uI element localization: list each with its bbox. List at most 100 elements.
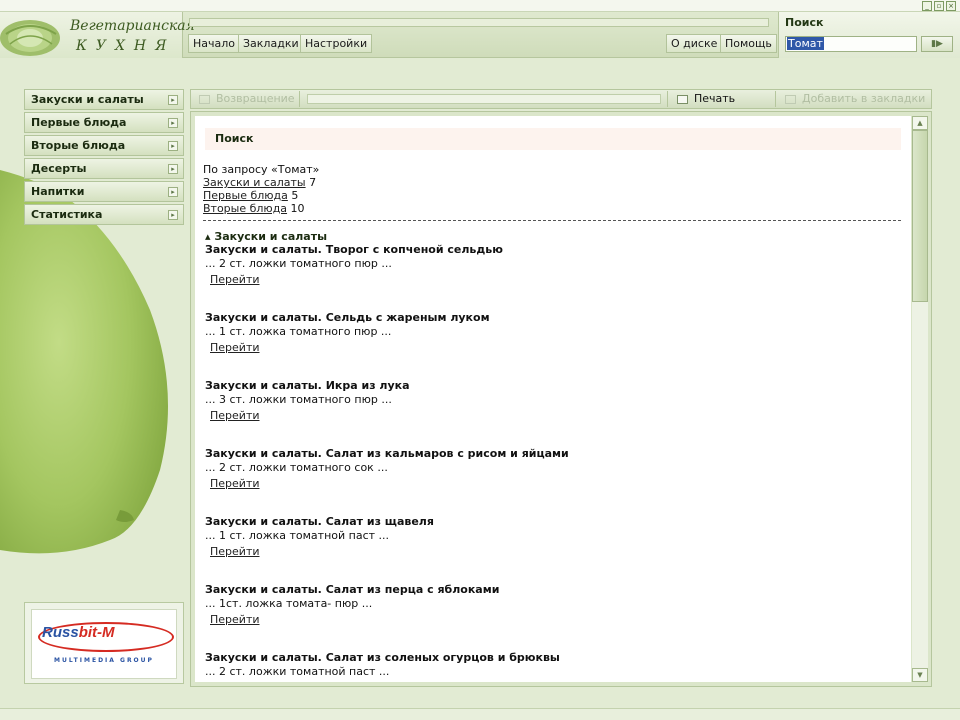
sidebar-item[interactable]: Закуски и салаты ▸ [24,89,184,110]
result-item: Закуски и салаты. Сельдь с жареным луком… [205,311,905,379]
scroll-down-icon[interactable]: ▼ [912,668,928,682]
result-snippet: ... 1ст. ложка томата- пюр ... [205,597,373,610]
query-text: По запросу «Томат» [203,163,320,176]
close-icon[interactable]: × [946,1,956,11]
maximize-icon[interactable]: ▫ [934,1,944,11]
result-go-link[interactable]: Перейти [210,273,260,287]
summary-row: Вторые блюда 10 [203,202,316,215]
arrow-right-icon: ▸ [168,164,178,174]
result-item: Закуски и салаты. Салат из кальмаров с р… [205,447,905,515]
cabbage-icon [0,20,60,56]
summary-count: 7 [309,176,317,189]
result-item: Закуски и салаты. Салат из перца с яблок… [205,583,905,651]
sidebar-item[interactable]: Вторые блюда ▸ [24,135,184,156]
scrollbar-thumb[interactable] [912,130,928,302]
result-title: Закуски и салаты. Салат из соленых огурц… [205,651,560,664]
result-snippet: ... 2 ст. ложки томатной паст ... [205,665,390,678]
arrow-right-icon: ▸ [168,187,178,197]
result-item: Закуски и салаты. Салат из щавеля... 1 с… [205,515,905,583]
app-header: Вегетарианская КУХНЯ Начало Закладки Нас… [0,12,960,58]
result-go-link[interactable]: Перейти [210,341,260,355]
results-scrollbar[interactable]: ▲ ▼ [912,116,928,682]
results-header: Поиск [205,128,901,150]
status-bar [0,708,960,720]
search-panel: Поиск Томат ▮▶ [778,12,960,58]
result-snippet: ... 2 ст. ложки томатного сок ... [205,461,388,474]
minimize-icon[interactable]: _ [922,1,932,11]
arrow-right-icon: ▸ [168,118,178,128]
content-toolbar: Возвращение Печать Добавить в закладки [190,89,932,109]
collapse-arrow-icon: ▴ [205,230,211,243]
window-controls: _ ▫ × [922,1,956,11]
summary-count: 5 [291,189,299,202]
app-logo: Вегетарианская КУХНЯ [0,12,195,58]
nav-strip [189,18,769,27]
result-go-link[interactable]: Перейти [210,477,260,491]
summary-category-link[interactable]: Вторые блюда [203,202,287,215]
arrow-right-icon: ▸ [168,95,178,105]
sidebar-item[interactable]: Десерты ▸ [24,158,184,179]
result-go-link[interactable]: Перейти [210,545,260,559]
result-item: Закуски и салаты. Икра из лука... 3 ст. … [205,379,905,447]
sidebar-item-label: Десерты [31,162,87,175]
back-icon [199,94,210,104]
arrow-right-icon: ▸ [168,210,178,220]
scroll-up-icon[interactable]: ▲ [912,116,928,130]
result-go-link[interactable]: Перейти [210,681,260,682]
publisher-banner[interactable]: Russbit-M MULTIMEDIA GROUP [24,602,184,684]
result-title: Закуски и салаты. Сельдь с жареным луком [205,311,490,324]
toolbar-progress-track [307,94,661,104]
category-sidebar: Закуски и салаты ▸ Первые блюда ▸ Вторые блю… [24,89,184,227]
search-go-button[interactable]: ▮▶ [921,36,953,52]
sidebar-item-label: Напитки [31,185,85,198]
search-results-frame: Поиск По запросу «Томат» Закуски и салат… [190,111,932,687]
result-title: Закуски и салаты. Икра из лука [205,379,410,392]
result-snippet: ... 1 ст. ложка томатного пюр ... [205,325,392,338]
result-item: Закуски и салаты. Салат из соленых огурц… [205,651,905,682]
summary-row: Закуски и салаты 7 [203,176,316,189]
publisher-logo: Russbit-M MULTIMEDIA GROUP [31,609,177,679]
search-input[interactable]: Томат [785,36,917,52]
add-bookmark-button[interactable]: Добавить в закладки [785,90,925,108]
summary-category-link[interactable]: Первые блюда [203,189,288,202]
sidebar-item-label: Закуски и салаты [31,93,144,106]
publisher-logo-text: Russbit-M [42,624,115,641]
sidebar-item[interactable]: Первые блюда ▸ [24,112,184,133]
result-go-link[interactable]: Перейти [210,409,260,423]
sidebar-item-label: Вторые блюда [31,139,126,152]
summary-row: Первые блюда 5 [203,189,316,202]
back-button[interactable]: Возвращение [199,90,295,108]
logo-subtitle: КУХНЯ [76,38,176,54]
search-results-content: Поиск По запросу «Томат» Закуски и салат… [195,116,911,682]
print-button[interactable]: Печать [677,90,735,108]
publisher-subtitle: MULTIMEDIA GROUP [54,657,154,664]
sidebar-item-label: Статистика [31,208,103,221]
search-title: Поиск [785,16,824,29]
summary-count: 10 [290,202,305,215]
result-snippet: ... 3 ст. ложки томатного пюр ... [205,393,392,406]
result-title: Закуски и салаты. Салат из щавеля [205,515,434,528]
about-disc-button[interactable]: О диске [666,34,723,53]
logo-title: Вегетарианская [70,18,195,34]
arrow-right-icon: ▸ [168,141,178,151]
results-divider [203,220,901,221]
bookmarks-button[interactable]: Закладки [238,34,304,53]
result-go-link[interactable]: Перейти [210,613,260,627]
home-button[interactable]: Начало [188,34,241,53]
result-item: Закуски и салаты. Творог с копченой сель… [205,243,905,311]
window-titlebar: _ ▫ × [0,0,960,12]
results-list: Закуски и салаты. Творог с копченой сель… [205,243,905,682]
sidebar-item[interactable]: Статистика ▸ [24,204,184,225]
help-button[interactable]: Помощь [720,34,777,53]
result-title: Закуски и салаты. Салат из перца с яблок… [205,583,500,596]
sidebar-item[interactable]: Напитки ▸ [24,181,184,202]
section-heading[interactable]: ▴ Закуски и салаты [205,230,327,243]
result-snippet: ... 2 ст. ложки томатного пюр ... [205,257,392,270]
bookmark-icon [785,94,796,104]
printer-icon [677,94,688,104]
settings-button[interactable]: Настройки [300,34,373,53]
sidebar-item-label: Первые блюда [31,116,127,129]
summary-category-link[interactable]: Закуски и салаты [203,176,306,189]
play-arrow-icon: ▮▶ [931,39,943,49]
result-title: Закуски и салаты. Салат из кальмаров с р… [205,447,569,460]
